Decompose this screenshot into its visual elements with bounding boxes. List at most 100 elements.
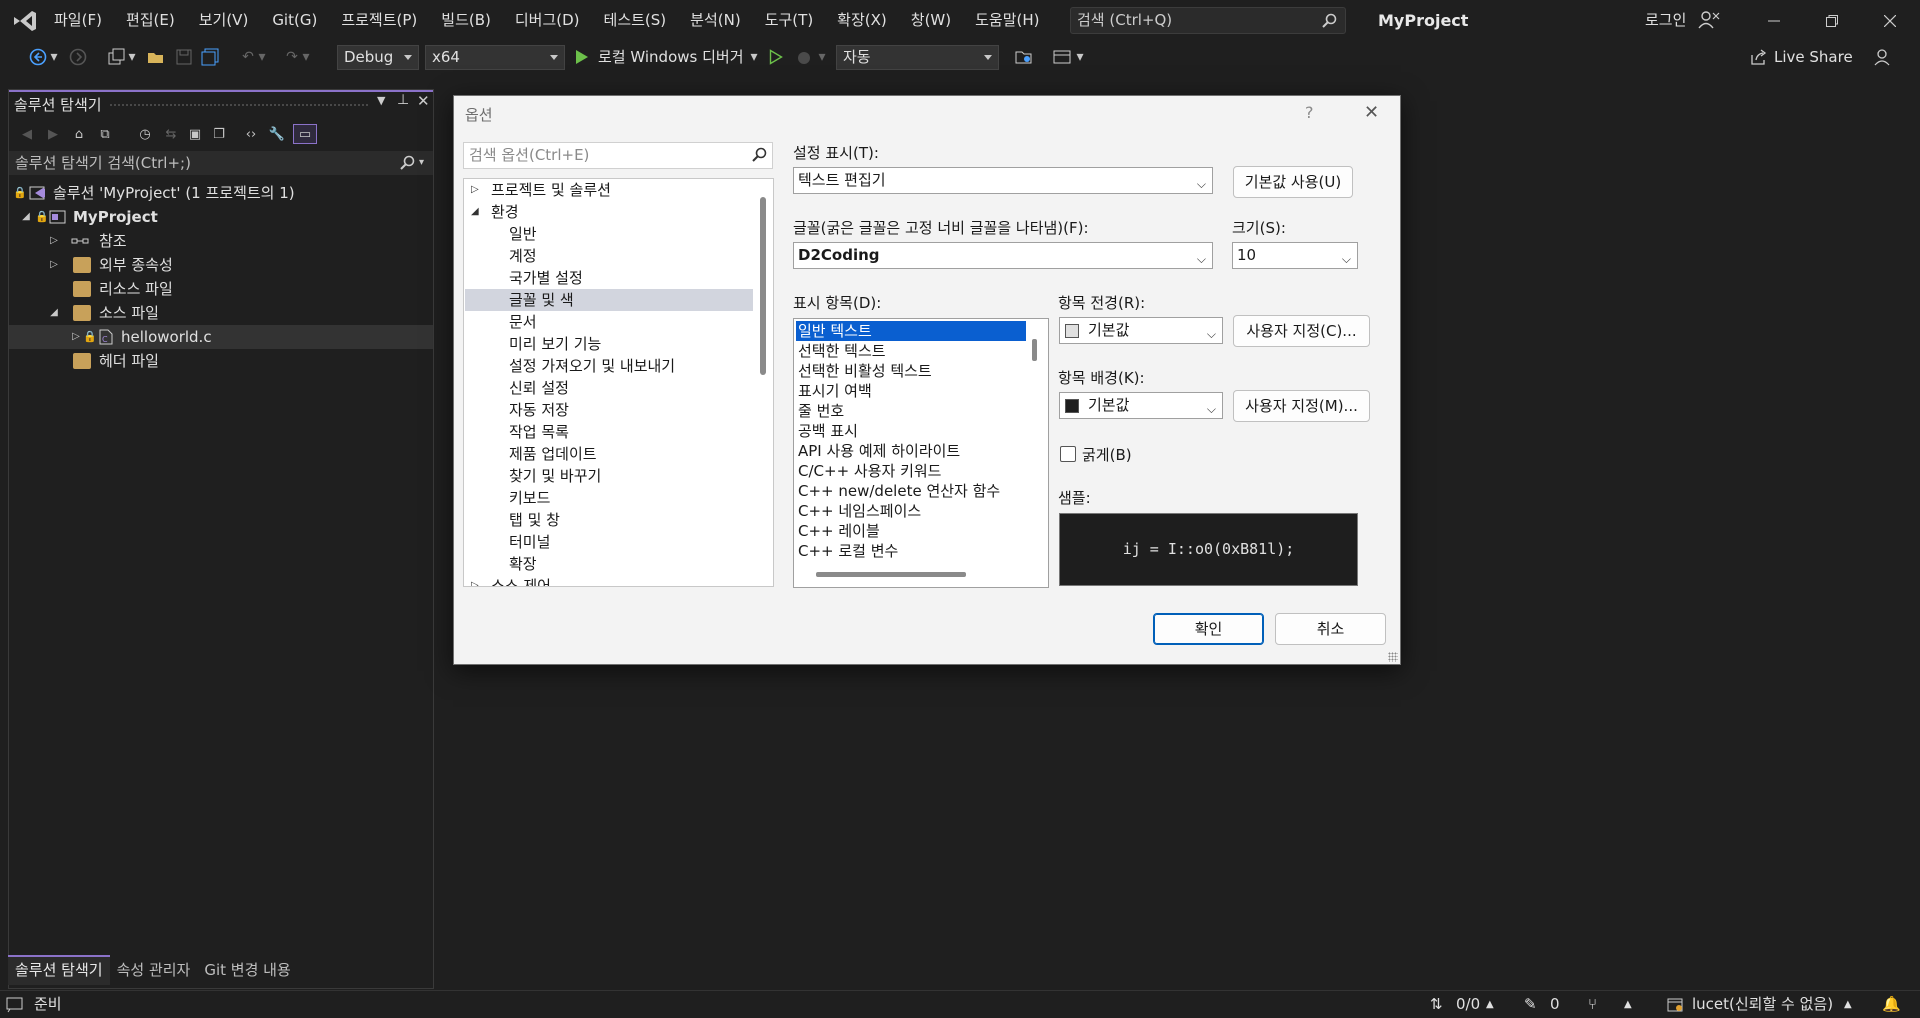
list-item[interactable]: C++ 네임스페이스: [796, 501, 1026, 521]
menu-window[interactable]: 창(W): [899, 0, 963, 41]
tree-item-environment[interactable]: ◢ 환경: [465, 201, 753, 223]
configuration-combo[interactable]: Debug: [337, 45, 419, 70]
list-item[interactable]: 공백 표시: [796, 421, 1026, 441]
options-search-input[interactable]: 검색 옵션(Ctrl+E): [463, 142, 773, 169]
tree-item-general[interactable]: 일반: [465, 223, 753, 245]
tree-item-external-dependencies[interactable]: ▷ 외부 종속성: [9, 253, 433, 277]
menu-git[interactable]: Git(G): [260, 0, 329, 41]
menu-edit[interactable]: 편집(E): [114, 0, 187, 41]
caret-up-icon[interactable]: ▲: [1844, 991, 1852, 1018]
menu-analyze[interactable]: 분석(N): [678, 0, 753, 41]
menu-build[interactable]: 빌드(B): [429, 0, 503, 41]
dialog-close-icon[interactable]: ✕: [1364, 102, 1379, 123]
tree-item-product-updates[interactable]: 제품 업데이트: [465, 443, 753, 465]
bg-color-combo[interactable]: 기본값 ⌵: [1059, 392, 1223, 419]
pending-changes-filter-icon[interactable]: ◷: [135, 124, 155, 144]
tree-item-tabs-windows[interactable]: 탭 및 창: [465, 509, 753, 531]
tab-git-changes[interactable]: Git 변경 내용: [197, 955, 297, 985]
tree-item-references[interactable]: ▷ 참조: [9, 229, 433, 253]
start-debugger-button[interactable]: 로컬 Windows 디버거: [598, 41, 744, 73]
live-share-button[interactable]: Live Share: [1774, 41, 1853, 73]
tree-item-task-list[interactable]: 작업 목록: [465, 421, 753, 443]
tree-item-resource-files[interactable]: 리소스 파일: [9, 277, 433, 301]
menu-view[interactable]: 보기(V): [187, 0, 261, 41]
tree-item-fonts-colors[interactable]: 글꼴 및 색: [465, 289, 753, 311]
list-item[interactable]: 선택한 비활성 텍스트: [796, 361, 1026, 381]
cancel-button[interactable]: 취소: [1275, 613, 1386, 645]
options-tree[interactable]: ▷ 프로젝트 및 솔루션 ◢ 환경 일반 계정 국가별 설정 글꼴 및 색 문서…: [463, 178, 774, 587]
bg-custom-button[interactable]: 사용자 지정(M)...: [1233, 390, 1370, 422]
collapsed-caret-icon[interactable]: ▷: [69, 325, 83, 349]
chevron-down-icon[interactable]: ▾: [419, 151, 424, 175]
menu-help[interactable]: 도움말(H): [963, 0, 1051, 41]
status-line-count[interactable]: 0/0: [1456, 991, 1480, 1018]
tree-item-keyboard[interactable]: 키보드: [465, 487, 753, 509]
tree-item-find-replace[interactable]: 찾기 및 바꾸기: [465, 465, 753, 487]
browse-folder-icon[interactable]: [1014, 47, 1034, 67]
tree-item-projects-solutions[interactable]: ▷ 프로젝트 및 솔루션: [465, 179, 753, 201]
restore-button[interactable]: [1808, 0, 1856, 41]
collapsed-caret-icon[interactable]: ▷: [471, 179, 479, 201]
list-item[interactable]: C++ new/delete 연산자 함수: [796, 481, 1026, 501]
start-without-debug-icon[interactable]: [766, 47, 786, 67]
solution-explorer-header[interactable]: 솔루션 탐색기 ▼ ⊥ ✕: [9, 90, 433, 114]
chevron-down-icon[interactable]: ▾: [748, 47, 760, 67]
properties-wrench-icon[interactable]: 🔧: [267, 124, 287, 144]
collapse-all-icon[interactable]: ▣: [185, 124, 205, 144]
status-branch[interactable]: lucet(신뢰할 수 없음): [1692, 991, 1833, 1018]
tree-item-accounts[interactable]: 계정: [465, 245, 753, 267]
solution-search-input[interactable]: 솔루션 탐색기 검색(Ctrl+;) ▾: [9, 151, 433, 175]
notifications-bell-icon[interactable]: 🔔: [1882, 991, 1901, 1018]
home-icon[interactable]: ⌂: [69, 124, 89, 144]
account-icon[interactable]: [1698, 10, 1720, 30]
tree-item-preview-features[interactable]: 미리 보기 기능: [465, 333, 753, 355]
live-share-icon[interactable]: [1750, 49, 1768, 65]
list-item[interactable]: 선택한 텍스트: [796, 341, 1026, 361]
show-settings-combo[interactable]: 텍스트 편집기 ⌵: [793, 167, 1213, 194]
tab-property-manager[interactable]: 속성 관리자: [110, 955, 198, 985]
close-window-button[interactable]: [1866, 0, 1914, 41]
font-combo[interactable]: D2Coding ⌵: [793, 242, 1213, 269]
list-item[interactable]: API 사용 예제 하이라이트: [796, 441, 1026, 461]
tree-item-solution[interactable]: 🔒 솔루션 'MyProject' (1 프로젝트의 1): [9, 181, 433, 205]
bold-label[interactable]: 굵게(B): [1082, 444, 1132, 465]
new-project-icon[interactable]: [106, 47, 126, 67]
panel-drag-grip[interactable]: [109, 103, 369, 107]
display-items-list[interactable]: 일반 텍스트 선택한 텍스트 선택한 비활성 텍스트 표시기 여백 줄 번호 공…: [793, 318, 1049, 588]
open-folder-icon[interactable]: [146, 47, 166, 67]
expanded-caret-icon[interactable]: ◢: [47, 301, 61, 325]
options-tree-scrollbar[interactable]: [760, 197, 766, 375]
resize-grip[interactable]: [1388, 652, 1398, 662]
menu-file[interactable]: 파일(F): [42, 0, 114, 41]
menu-project[interactable]: 프로젝트(P): [329, 0, 429, 41]
menu-extensions[interactable]: 확장(X): [825, 0, 899, 41]
menu-test[interactable]: 테스트(S): [592, 0, 679, 41]
navigate-back-icon[interactable]: [28, 47, 48, 67]
tree-item-source-control[interactable]: ▷ 소스 제어: [465, 575, 753, 586]
bold-checkbox[interactable]: [1060, 446, 1076, 462]
tree-item-documents[interactable]: 문서: [465, 311, 753, 333]
list-item[interactable]: 일반 텍스트: [795, 320, 1027, 342]
expanded-caret-icon[interactable]: ◢: [19, 205, 33, 229]
collapsed-caret-icon[interactable]: ▷: [47, 253, 61, 277]
feedback-icon[interactable]: [1874, 48, 1892, 66]
tree-item-autosave[interactable]: 자동 저장: [465, 399, 753, 421]
minimize-button[interactable]: [1750, 0, 1798, 41]
save-all-icon[interactable]: [200, 47, 220, 67]
ok-button[interactable]: 확인: [1153, 613, 1264, 645]
fg-custom-button[interactable]: 사용자 지정(C)...: [1233, 315, 1370, 347]
size-combo[interactable]: 10 ⌵: [1232, 242, 1358, 269]
display-items-hscrollbar[interactable]: [816, 572, 966, 577]
tree-item-trust-settings[interactable]: 신뢰 설정: [465, 377, 753, 399]
tree-item-terminal[interactable]: 터미널: [465, 531, 753, 553]
collapsed-caret-icon[interactable]: ▷: [471, 575, 479, 586]
use-defaults-button[interactable]: 기본값 사용(U): [1233, 166, 1353, 198]
chevron-down-icon[interactable]: ▾: [126, 47, 138, 67]
tree-item-header-files[interactable]: 헤더 파일: [9, 349, 433, 373]
tree-item-extensions[interactable]: 확장: [465, 553, 753, 575]
caret-up-icon[interactable]: ▲: [1624, 991, 1632, 1018]
display-items-vscrollbar[interactable]: [1032, 339, 1037, 361]
start-debug-icon[interactable]: [572, 47, 592, 67]
tree-item-helloworld-c[interactable]: ▷ 🔒 C helloworld.c: [9, 325, 433, 349]
expanded-caret-icon[interactable]: ◢: [471, 201, 479, 223]
